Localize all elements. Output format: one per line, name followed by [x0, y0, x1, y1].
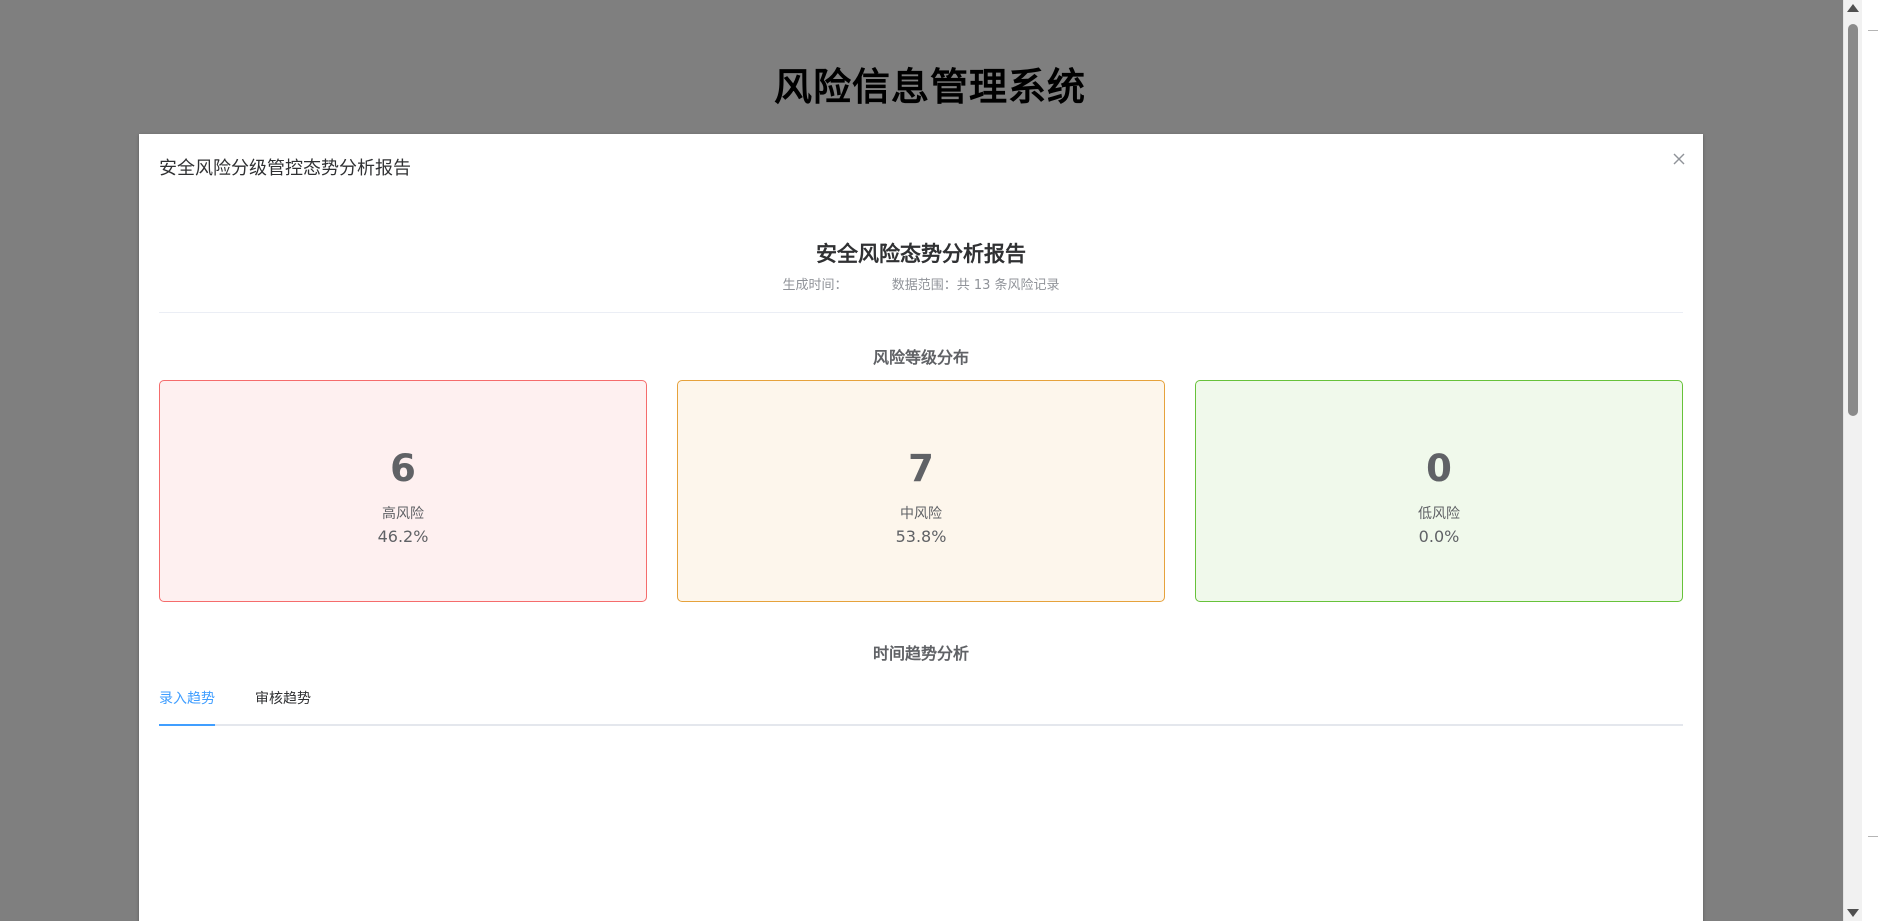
- report-title: 安全风险态势分析报告: [816, 242, 1026, 266]
- close-icon: [1673, 153, 1685, 165]
- gutter-tick: [1868, 30, 1878, 31]
- tab-entry-trend[interactable]: 录入趋势: [159, 686, 215, 724]
- gutter-tick: [1868, 836, 1878, 837]
- medium-risk-percent: 53.8%: [895, 527, 947, 546]
- risk-level-cards: 6 高风险 46.2% 7 中风险 53.8% 0 低风险 0.0%: [159, 380, 1683, 602]
- data-range-text: 数据范围：共 13 条风险记录: [891, 278, 1060, 293]
- close-button[interactable]: [1669, 149, 1689, 169]
- high-risk-label: 高风险: [382, 506, 424, 522]
- dialog-title: 安全风险分级管控态势分析报告: [159, 158, 411, 179]
- medium-risk-label: 中风险: [900, 506, 942, 522]
- scroll-thumb[interactable]: [1848, 24, 1858, 416]
- high-risk-percent: 46.2%: [377, 527, 429, 546]
- vertical-scrollbar[interactable]: [1843, 0, 1862, 921]
- low-risk-count: 0: [1426, 447, 1452, 490]
- divider: [159, 312, 1683, 313]
- scroll-down-icon[interactable]: [1847, 909, 1859, 917]
- low-risk-percent: 0.0%: [1418, 527, 1460, 546]
- active-tab-indicator: [159, 724, 215, 726]
- tab-review-trend[interactable]: 审核趋势: [255, 686, 311, 724]
- distribution-title: 风险等级分布: [872, 348, 969, 367]
- high-risk-count: 6: [390, 447, 416, 490]
- scroll-up-icon[interactable]: [1847, 4, 1859, 12]
- low-risk-card: 0 低风险 0.0%: [1195, 380, 1683, 602]
- report-dialog: 安全风险分级管控态势分析报告 安全风险态势分析报告 生成时间： 数据范围：共 1…: [139, 134, 1703, 921]
- trend-tabs: 录入趋势 审核趋势: [159, 686, 1683, 726]
- generated-time-label: 生成时间：: [782, 278, 848, 293]
- medium-risk-card: 7 中风险 53.8%: [677, 380, 1165, 602]
- medium-risk-count: 7: [908, 447, 934, 490]
- high-risk-card: 6 高风险 46.2%: [159, 380, 647, 602]
- right-gutter: [1862, 0, 1878, 921]
- report-meta: 生成时间： 数据范围：共 13 条风险记录: [139, 274, 1703, 293]
- page-title: 风险信息管理系统: [773, 65, 1086, 109]
- trend-title: 时间趋势分析: [872, 644, 969, 663]
- low-risk-label: 低风险: [1418, 506, 1460, 522]
